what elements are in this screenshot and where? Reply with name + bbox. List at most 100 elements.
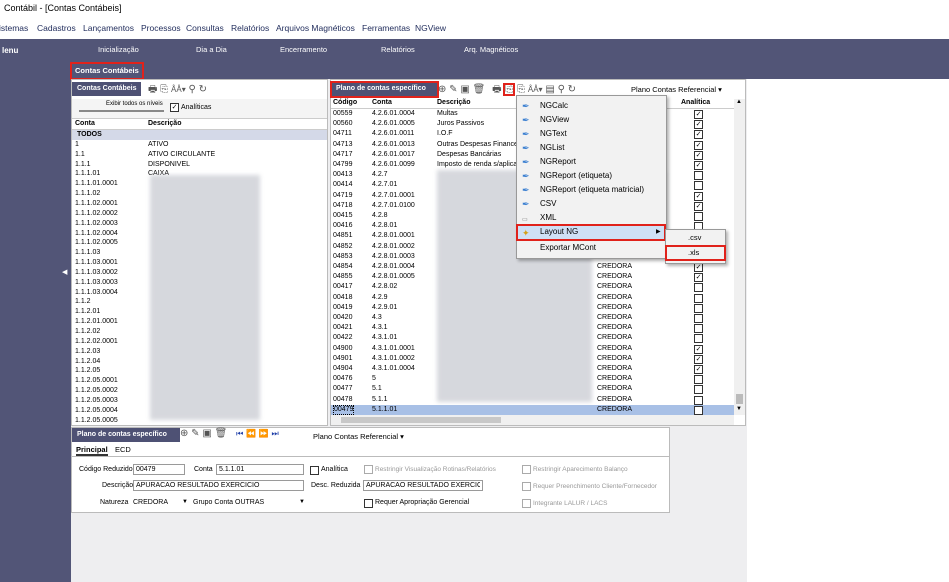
edit-icon[interactable]: ✎ [191,428,199,439]
col-analitica-header[interactable]: Analítica [681,99,710,106]
find-icon[interactable]: ÅÅ▾ [171,85,186,94]
analitica-checkbox[interactable] [694,405,703,415]
last-record-icon[interactable]: ⏭ [272,429,279,438]
menu-item-nglist[interactable]: ✒ NGList [517,141,665,155]
requer-preenchimento-checkbox[interactable] [522,482,531,491]
tab-contas-contabeis[interactable]: Contas Contábeis [70,62,144,80]
export-icon[interactable]: ⎘ [503,83,516,96]
col-codigo-header[interactable]: Código [333,99,357,106]
scroll-up-icon[interactable]: ▲ [736,99,742,105]
menu-item-ngtext[interactable]: ✒ NGText [517,127,665,141]
scroll-down-icon[interactable]: ▼ [736,406,742,412]
analitica-checkbox[interactable]: ✓ [694,273,703,283]
natureza-select[interactable]: CREDORA ▼ [133,497,188,508]
new-icon[interactable]: ⊕ [180,428,188,439]
analitica-checkbox[interactable]: ✓ [694,344,703,354]
h-scrollbar[interactable] [331,415,734,425]
menu-ngview[interactable]: NGView [415,23,446,33]
analitica-checkbox[interactable]: ✓ [694,191,703,201]
topnav-inicializacao[interactable]: Inicialização [98,45,139,54]
left-nav-menu-label[interactable]: lenu [2,46,18,55]
menu-ferramentas[interactable]: Ferramentas [362,23,410,33]
submenu-xls[interactable]: .xls [665,245,726,261]
requer-apropriacao-checkbox[interactable] [364,499,373,508]
analitica-checkbox[interactable]: ✓ [694,201,703,211]
print-icon[interactable]: 🖶 [492,84,501,95]
plano-referencial-dropdown[interactable]: Plano Contas Referencial ▾ [631,85,722,94]
detail-dropdown[interactable]: Plano Contas Referencial ▾ [313,432,404,441]
edit-icon[interactable]: ✎ [449,84,457,95]
menu-cadastros[interactable]: Cadastros [37,23,76,33]
right-scrollbar[interactable]: ▲ ▼ [734,99,745,415]
collapse-arrow-icon[interactable]: ◀ [62,268,67,276]
menu-item-ngreport[interactable]: ✒ NGReport [517,155,665,169]
analitica-checkbox[interactable]: ✓ [694,140,703,150]
next-record-icon[interactable]: ⏩ [259,429,269,438]
desc-reduzida-input[interactable] [363,480,483,491]
find-icon[interactable]: ÅÅ▾ [528,85,543,94]
menu-item-ngview[interactable]: ✒ NGView [517,113,665,127]
analitica-checkbox[interactable]: ✓ [694,110,703,119]
menu-arquivos-magneticos[interactable]: Arquivos Magnéticos [276,23,355,33]
analitica-checkbox[interactable]: ✓ [694,263,703,272]
search-icon[interactable]: ⚲ [188,84,195,95]
restringir-balanco-checkbox[interactable] [522,465,531,474]
level-slider[interactable] [79,110,164,112]
menu-item-ngcalc[interactable]: ✒ NGCalc [517,99,665,113]
analitica-checkbox[interactable]: ✓ [694,120,703,130]
tab-ecd[interactable]: ECD [115,445,131,454]
save-icon[interactable]: ▣ [460,84,469,95]
prev-record-icon[interactable]: ⏪ [246,429,256,438]
refresh-icon[interactable]: ↻ [568,84,576,95]
topnav-relatorios[interactable]: Relatórios [381,45,415,54]
analitica-checkbox[interactable] [694,303,703,313]
col-conta-header[interactable]: Conta [75,120,95,127]
first-record-icon[interactable]: ⏮ [236,429,243,438]
expand-levels-label[interactable]: Exibir todos os níveis [106,101,163,107]
conta-input[interactable] [216,464,304,475]
analitica-checkbox[interactable] [694,314,703,323]
analitica-checkbox[interactable]: ✓ [694,161,703,170]
descricao-input[interactable] [133,480,304,491]
table-row[interactable]: 1 ATIVO [72,140,327,150]
delete-icon[interactable]: 🗑 [473,84,486,95]
topnav-arq-magneticos[interactable]: Arq. Magnéticos [464,45,518,54]
refresh-icon[interactable]: ↻ [199,84,207,95]
delete-icon[interactable]: 🗑 [215,428,228,439]
analitica-checkbox[interactable] [694,293,703,303]
col-conta-header[interactable]: Conta [372,99,392,106]
menu-consultas[interactable]: Consultas [186,23,224,33]
table-row[interactable]: 00479 5.1.1.01 CREDORA [331,404,734,415]
grupo-conta-select[interactable]: OUTRAS ▼ [235,497,305,508]
topnav-dia-a-dia[interactable]: Dia a Dia [196,45,227,54]
analiticas-checkbox[interactable]: ✓ [170,103,179,112]
analitica-checkbox[interactable]: ✓ [694,354,703,364]
analitica-checkbox[interactable] [694,334,703,344]
h-scrollbar-thumb[interactable] [341,417,501,423]
menu-item-ngreport-etiqueta-matricial[interactable]: ✒ NGReport (etiqueta matricial) [517,183,665,197]
analitica-checkbox[interactable]: ✓ [694,130,703,140]
analitica-checkbox[interactable] [694,283,703,293]
restringir-rotinas-checkbox[interactable] [364,465,373,474]
analitica-checkbox[interactable] [694,385,703,395]
submenu-csv[interactable]: .csv [666,232,725,244]
export-icon[interactable]: ⎘ [160,84,168,95]
col-descricao-header[interactable]: Descrição [148,120,181,127]
col-descricao-header[interactable]: Descrição [437,99,470,106]
analitica-checkbox[interactable] [694,375,703,385]
analitica-checkbox[interactable]: ✓ [694,365,703,374]
analitica-checkbox[interactable]: ✓ [694,150,703,160]
table-row[interactable]: 1.1.1 DISPONIVEL [72,160,327,170]
analitica-checkbox[interactable] [694,171,703,181]
analitica-checkbox[interactable] [694,212,703,221]
analitica-checkbox[interactable] [694,324,703,334]
menu-lancamentos[interactable]: Lançamentos [83,23,134,33]
menu-item-exportar-mcont[interactable]: Exportar MCont [517,241,665,255]
analitica-checkbox[interactable] [694,181,703,191]
menu-item-csv[interactable]: ✒ CSV [517,197,665,211]
screen-icon[interactable]: ▤ [545,84,554,95]
menu-sistemas[interactable]: istemas [0,23,28,33]
menu-item-layout-ng[interactable]: ✦ Layout NG ▶ [516,224,666,241]
print-icon[interactable]: 🖶 [148,84,157,95]
analitica-checkbox[interactable] [694,395,703,405]
